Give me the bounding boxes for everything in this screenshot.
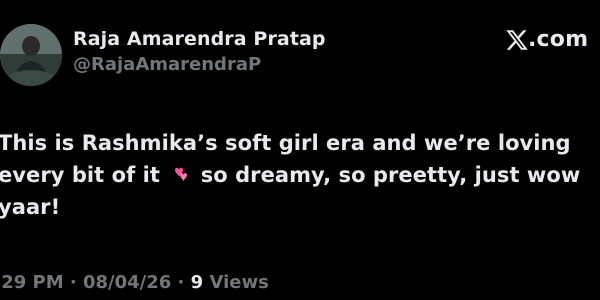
- tweet-meta: :29 PM · 08/04/26 · 9 Views: [0, 272, 269, 293]
- tweet-text: This is Rashmika’s soft girl era and we’…: [0, 127, 600, 223]
- x-com-brand: .com: [505, 27, 588, 52]
- avatar-photo: [0, 24, 62, 86]
- author-name[interactable]: Raja Amarendra Pratap: [73, 28, 326, 50]
- author-handle[interactable]: @RajaAmarendraP: [73, 54, 261, 75]
- tweet-line-3: yaar!: [0, 195, 61, 219]
- views-count: 9: [190, 272, 204, 293]
- two-hearts-icon: [175, 167, 188, 182]
- tweet-timestamp[interactable]: :29 PM · 08/04/26 ·: [0, 272, 191, 293]
- x-logo-icon: [506, 29, 528, 50]
- tweet-line-2-start: every bit of it: [0, 163, 168, 187]
- brand-domain: .com: [528, 27, 589, 52]
- tweet-line-1: This is Rashmika’s soft girl era and we’…: [0, 131, 571, 155]
- tweet-line-2: every bit of it so dreamy, so preetty, j…: [0, 159, 600, 191]
- tweet-line-2-end: so dreamy, so preetty, just wow: [193, 163, 581, 187]
- avatar[interactable]: [0, 24, 62, 86]
- tweet-card: Raja Amarendra Pratap @RajaAmarendraP .c…: [0, 0, 600, 300]
- views-label: Views: [203, 272, 269, 293]
